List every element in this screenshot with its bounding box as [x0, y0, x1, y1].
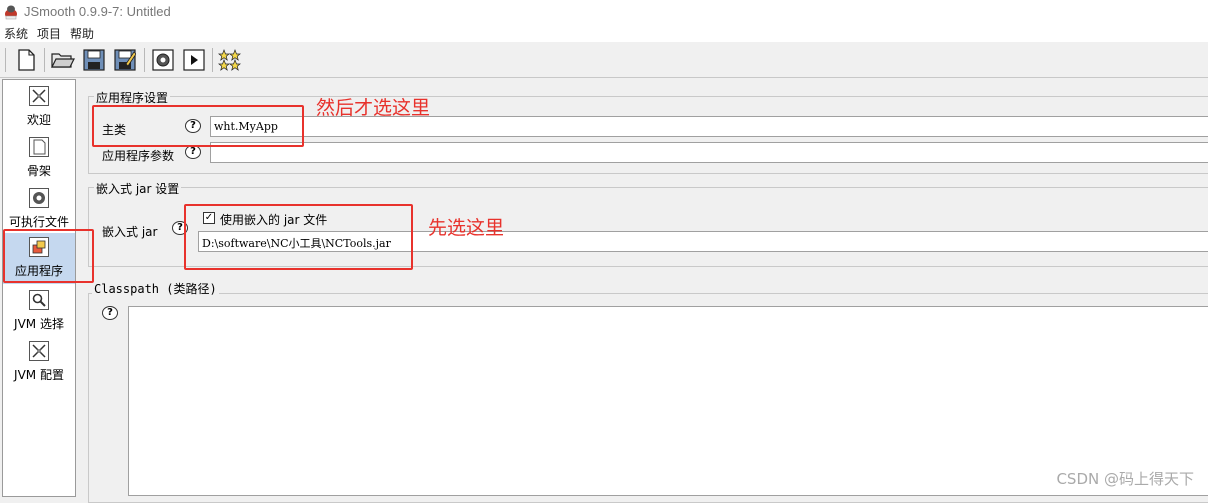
open-button[interactable] [51, 47, 75, 73]
welcome-icon [29, 86, 49, 106]
open-folder-icon [51, 50, 75, 70]
executable-icon [29, 188, 49, 208]
sidebar: 欢迎 骨架 可执行文件 应用程序 JVM 选择 JVM 配置 [2, 79, 76, 497]
app-logo-icon [3, 4, 19, 20]
app-args-label: 应用程序参数 [102, 147, 174, 164]
menu-help[interactable]: 帮助 [70, 25, 94, 42]
skeleton-icon [29, 137, 49, 157]
toolbar [0, 42, 1208, 78]
stars-icon [218, 49, 242, 71]
toolbar-separator [144, 48, 145, 72]
compile-gear-icon [152, 49, 174, 71]
new-document-icon [16, 49, 36, 71]
compile-button[interactable] [151, 47, 175, 73]
new-document-button[interactable] [14, 47, 38, 73]
help-icon[interactable]: ? [185, 145, 201, 159]
menu-project[interactable]: 项目 [37, 25, 61, 42]
sidebar-item-jvm-config[interactable]: JVM 配置 [3, 337, 75, 388]
help-icon[interactable]: ? [102, 306, 118, 320]
save-as-button[interactable] [113, 47, 137, 73]
annotation-note-main-class: 然后才选这里 [316, 93, 430, 120]
embedded-jar-label: 嵌入式 jar [102, 223, 157, 240]
jvm-select-icon [29, 290, 49, 310]
embedded-jar-title: 嵌入式 jar 设置 [94, 180, 181, 197]
annotation-box-embedded-jar [184, 204, 413, 270]
save-button[interactable] [82, 47, 106, 73]
annotation-box-sidebar [3, 229, 94, 283]
save-as-icon [114, 49, 136, 71]
sidebar-item-label: 骨架 [3, 162, 75, 179]
sidebar-item-jvm-select[interactable]: JVM 选择 [3, 286, 75, 337]
toolbar-separator [44, 48, 45, 72]
menu-system[interactable]: 系统 [4, 25, 28, 42]
sidebar-item-welcome[interactable]: 欢迎 [3, 82, 75, 133]
toolbar-separator [5, 48, 6, 72]
sidebar-item-label: JVM 选择 [3, 315, 75, 332]
run-icon [183, 49, 205, 71]
sidebar-item-executable[interactable]: 可执行文件 [3, 184, 75, 235]
app-args-field[interactable] [210, 142, 1208, 163]
title-bar: JSmooth 0.9.9-7: Untitled [0, 0, 1208, 24]
save-icon [83, 49, 105, 71]
main-panel: 应用程序设置 主类 ? wht.MyApp 应用程序参数 ? 嵌入式 jar 设… [78, 79, 1208, 497]
run-button[interactable] [182, 47, 206, 73]
sidebar-item-skeleton[interactable]: 骨架 [3, 133, 75, 184]
watermark: CSDN @码上得天下 [1056, 468, 1194, 489]
sidebar-item-label: 可执行文件 [3, 213, 75, 230]
sidebar-item-label: JVM 配置 [3, 366, 75, 383]
annotation-note-embedded-jar: 先选这里 [428, 213, 504, 240]
jvm-config-icon [29, 341, 49, 361]
window-title: JSmooth 0.9.9-7: Untitled [24, 4, 171, 19]
menu-bar: 系统 项目 帮助 [0, 24, 1208, 42]
app-settings-title: 应用程序设置 [94, 89, 170, 106]
stars-button[interactable] [218, 47, 242, 73]
classpath-textarea[interactable] [128, 306, 1208, 496]
sidebar-item-label: 欢迎 [3, 111, 75, 128]
annotation-box-main-class [92, 105, 304, 147]
toolbar-separator [212, 48, 213, 72]
classpath-title: Classpath (类路径) [92, 280, 219, 297]
